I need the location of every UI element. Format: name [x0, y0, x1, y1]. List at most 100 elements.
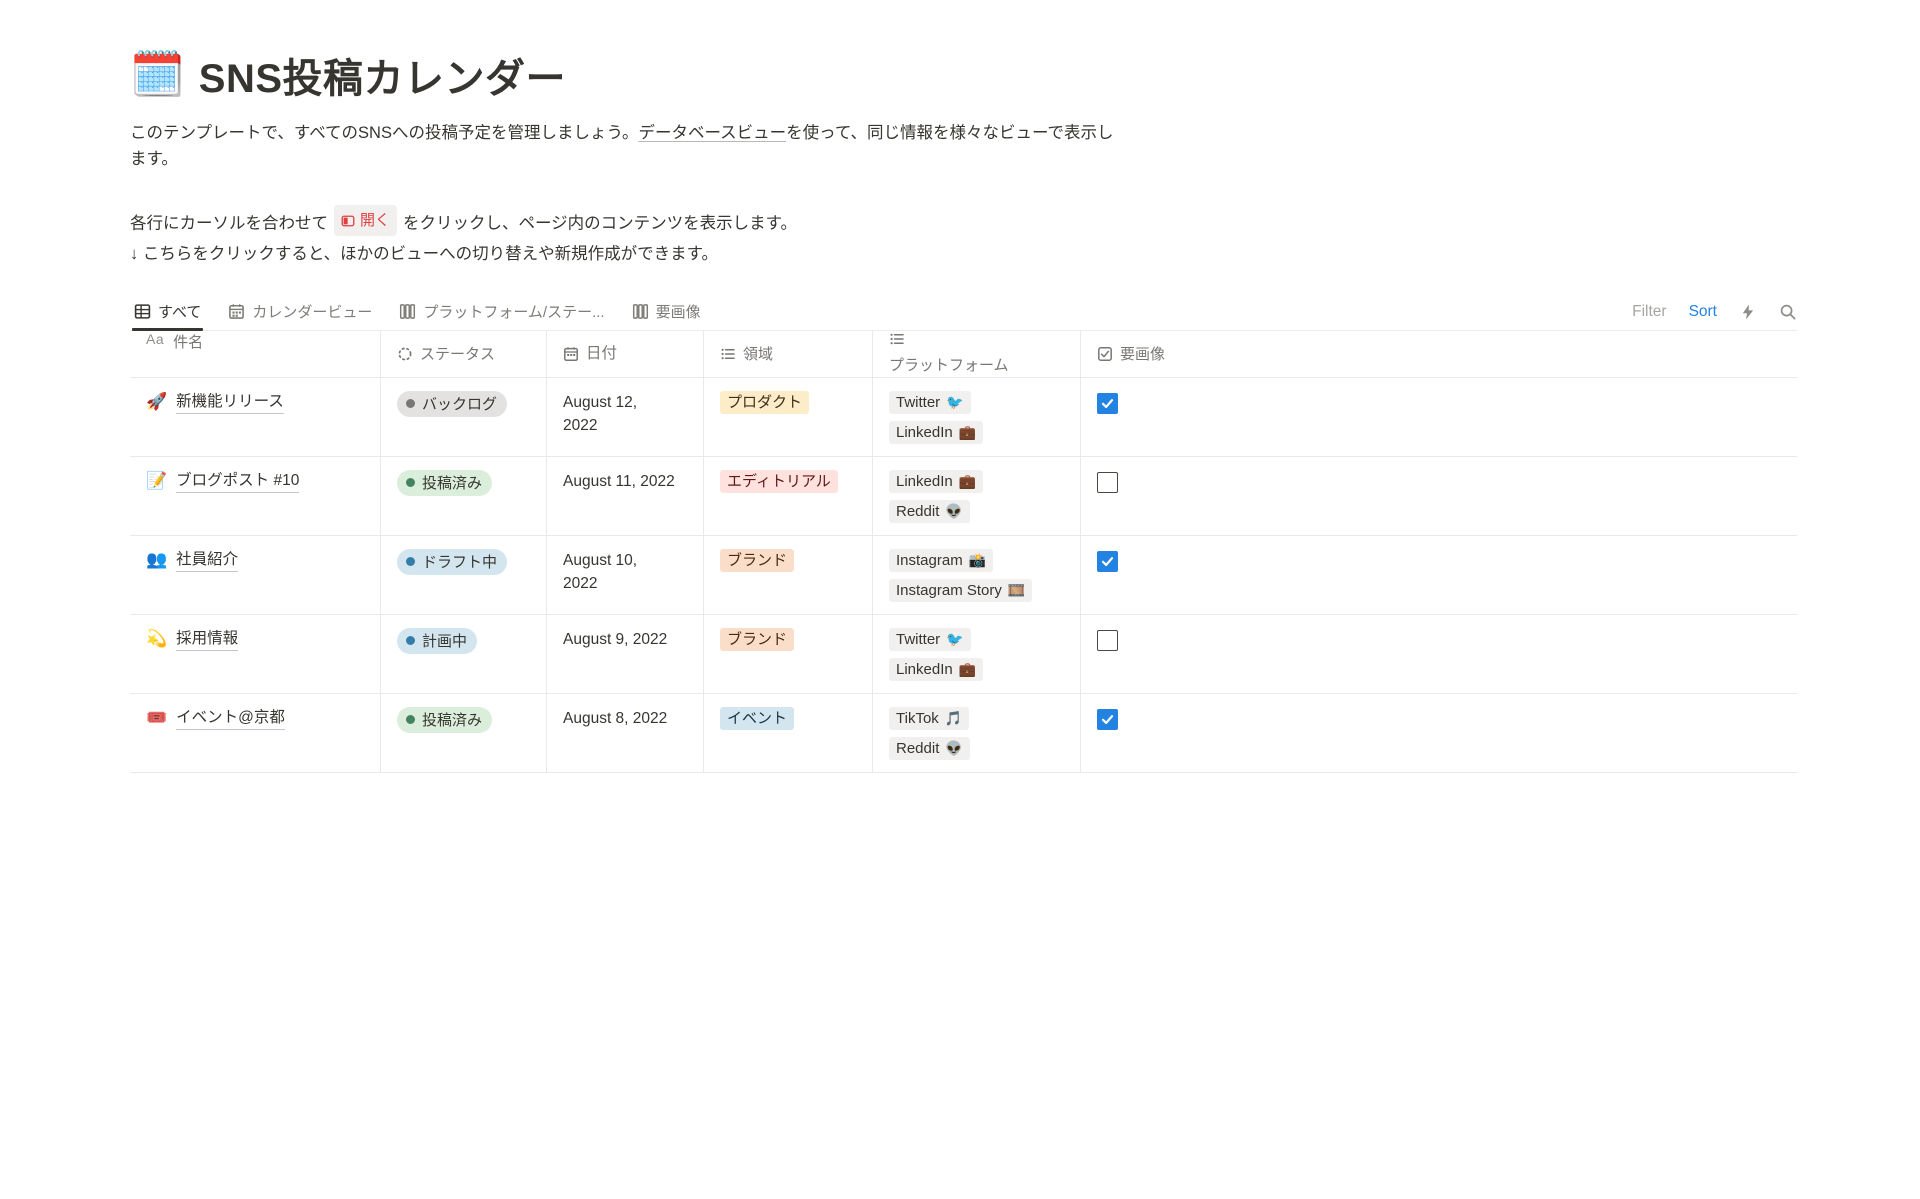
open-button-badge: 開く [334, 205, 397, 236]
platform-tag[interactable]: Reddit👽 [889, 737, 970, 760]
status-cell[interactable]: ドラフト中 [381, 536, 547, 614]
platform-emoji: 👽 [945, 501, 962, 522]
row-title-link[interactable]: 社員紹介 [176, 549, 238, 572]
area-tag[interactable]: ブランド [720, 549, 794, 572]
status-label: バックログ [422, 393, 497, 414]
image-required-cell[interactable] [1081, 378, 1797, 456]
date-cell[interactable]: August 10, 2022 [547, 536, 704, 614]
image-required-checkbox[interactable] [1097, 472, 1118, 493]
platform-cell[interactable]: TikTok🎵 Reddit👽 [873, 694, 1081, 772]
database-view-link[interactable]: データベースビュー [638, 124, 786, 142]
platform-tag[interactable]: LinkedIn💼 [889, 658, 983, 681]
search-icon[interactable] [1779, 303, 1797, 321]
platform-cell[interactable]: Instagram📸 Instagram Story🎞️ [873, 536, 1081, 614]
area-cell[interactable]: プロダクト [704, 378, 873, 456]
image-required-checkbox[interactable] [1097, 393, 1118, 414]
area-tag[interactable]: プロダクト [720, 391, 809, 414]
column-header-image-required[interactable]: 要画像 [1081, 331, 1797, 377]
table-row: 👥 社員紹介 ドラフト中 August 10, 2022 ブランド Instag… [130, 536, 1797, 615]
status-pill[interactable]: バックログ [397, 391, 507, 417]
image-required-checkbox[interactable] [1097, 709, 1118, 730]
board-view-icon [632, 303, 649, 320]
platform-tag[interactable]: LinkedIn 💼 [889, 421, 983, 444]
area-tag[interactable]: エディトリアル [720, 470, 838, 493]
platform-tag[interactable]: Twitter🐦 [889, 391, 971, 414]
platform-tag[interactable]: LinkedIn💼 [889, 470, 983, 493]
date-cell[interactable]: August 12, 2022 [547, 378, 704, 456]
image-required-cell[interactable] [1081, 694, 1797, 772]
column-header-area[interactable]: 領域 [704, 331, 873, 377]
platform-cell[interactable]: LinkedIn💼 Reddit 👽 [873, 457, 1081, 535]
status-icon [397, 346, 413, 362]
area-cell[interactable]: ブランド [704, 536, 873, 614]
page-icon[interactable]: 🗓️ [130, 53, 185, 97]
image-required-checkbox[interactable] [1097, 551, 1118, 572]
column-label: 日付 [586, 342, 617, 365]
date-cell[interactable]: August 11, 2022 [547, 457, 704, 535]
hint-text-before: 各行にカーソルを合わせて [130, 215, 328, 233]
area-cell[interactable]: ブランド [704, 615, 873, 693]
platform-emoji: 💼 [959, 471, 976, 492]
title-cell[interactable]: 📝 ブログポスト #10 [130, 457, 381, 535]
platform-cell[interactable]: Twitter🐦 LinkedIn💼 [873, 615, 1081, 693]
status-cell[interactable]: 投稿済み [381, 694, 547, 772]
platform-label: Reddit [896, 501, 939, 522]
area-cell[interactable]: イベント [704, 694, 873, 772]
date-cell[interactable]: August 9, 2022 [547, 615, 704, 693]
row-title-link[interactable]: イベント@京都 [176, 707, 285, 730]
image-required-cell[interactable] [1081, 536, 1797, 614]
status-pill[interactable]: ドラフト中 [397, 549, 507, 575]
platform-tag[interactable]: Reddit 👽 [889, 500, 970, 523]
sort-button[interactable]: Sort [1689, 303, 1717, 321]
area-tag[interactable]: イベント [720, 707, 794, 730]
area-tag[interactable]: ブランド [720, 628, 794, 651]
status-cell[interactable]: 計画中 [381, 615, 547, 693]
filter-button[interactable]: Filter [1632, 303, 1666, 321]
status-cell[interactable]: 投稿済み [381, 457, 547, 535]
table-row: 🚀 新機能リリース バックログ August 12, 2022 プロダクト Tw… [130, 378, 1797, 457]
platform-label: LinkedIn [896, 422, 953, 443]
image-required-cell[interactable] [1081, 457, 1797, 535]
title-cell[interactable]: 🎟️ イベント@京都 [130, 694, 381, 772]
tab-all[interactable]: すべて [134, 294, 201, 330]
column-header-date[interactable]: 日付 [547, 331, 704, 377]
table-row: 🎟️ イベント@京都 投稿済み August 8, 2022 イベント TikT… [130, 694, 1797, 773]
status-pill[interactable]: 計画中 [397, 628, 477, 654]
column-header-platform[interactable]: プラットフォーム [873, 331, 1081, 377]
bolt-icon[interactable] [1739, 303, 1757, 321]
page-title: SNS投稿カレンダー [199, 46, 566, 104]
status-dot [406, 478, 415, 487]
column-header-title[interactable]: Aa 件名 [130, 331, 381, 377]
platform-emoji: 🎞️ [1008, 580, 1025, 601]
status-pill[interactable]: 投稿済み [397, 470, 492, 496]
platform-tag[interactable]: Twitter🐦 [889, 628, 971, 651]
title-cell[interactable]: 💫 採用情報 [130, 615, 381, 693]
platform-label: Instagram [896, 550, 963, 571]
platform-tag[interactable]: TikTok🎵 [889, 707, 969, 730]
title-cell[interactable]: 🚀 新機能リリース [130, 378, 381, 456]
image-required-cell[interactable] [1081, 615, 1797, 693]
area-cell[interactable]: エディトリアル [704, 457, 873, 535]
title-cell[interactable]: 👥 社員紹介 [130, 536, 381, 614]
intro-paragraph: このテンプレートで、すべてのSNSへの投稿予定を管理しましょう。データベースビュ… [130, 120, 1115, 172]
image-required-checkbox[interactable] [1097, 630, 1118, 651]
platform-tag[interactable]: Instagram Story🎞️ [889, 579, 1032, 602]
row-title-link[interactable]: 採用情報 [176, 628, 238, 651]
status-label: 計画中 [422, 630, 467, 651]
view-tabs: すべて カレンダービュー プラットフォーム/ステー... 要画像 [130, 294, 701, 330]
platform-emoji: 💼 [959, 422, 976, 443]
status-cell[interactable]: バックログ [381, 378, 547, 456]
tab-calendar-view[interactable]: カレンダービュー [228, 294, 372, 330]
platform-tag[interactable]: Instagram📸 [889, 549, 993, 572]
platform-label: Twitter [896, 629, 940, 650]
status-pill[interactable]: 投稿済み [397, 707, 492, 733]
table-row: 💫 採用情報 計画中 August 9, 2022 ブランド Twitter🐦 … [130, 615, 1797, 694]
platform-cell[interactable]: Twitter🐦 LinkedIn 💼 [873, 378, 1081, 456]
date-cell[interactable]: August 8, 2022 [547, 694, 704, 772]
column-header-status[interactable]: ステータス [381, 331, 547, 377]
tab-image-required-view[interactable]: 要画像 [632, 294, 701, 330]
row-title-link[interactable]: ブログポスト #10 [176, 470, 299, 493]
checkbox-icon [1097, 346, 1113, 362]
row-title-link[interactable]: 新機能リリース [176, 391, 284, 414]
tab-platform-status-view[interactable]: プラットフォーム/ステー... [399, 294, 604, 330]
